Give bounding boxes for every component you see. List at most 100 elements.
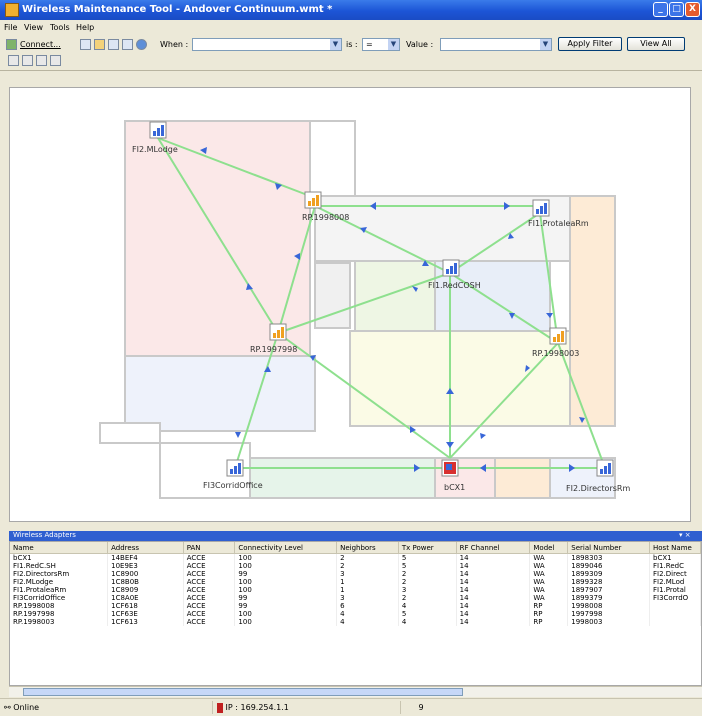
print-icon[interactable] bbox=[122, 39, 133, 50]
layout-icon[interactable] bbox=[8, 55, 19, 66]
node-label: RP.1997998 bbox=[250, 345, 297, 354]
connect-button[interactable]: Connect... bbox=[20, 40, 61, 49]
table-cell: 14 bbox=[456, 570, 531, 578]
connect-icon bbox=[6, 39, 17, 50]
table-cell bbox=[649, 610, 701, 618]
table-row[interactable]: FI1.ProtaleaRm 1C8909 ACCE 100 1 3 14 WA 1897907… bbox=[10, 586, 701, 594]
table-cell: 100 bbox=[234, 553, 338, 562]
table-cell bbox=[649, 618, 701, 626]
table-cell: 14 bbox=[456, 562, 531, 570]
maximize-button[interactable]: □ bbox=[669, 2, 684, 17]
list-icon[interactable] bbox=[36, 55, 47, 66]
new-icon[interactable] bbox=[80, 39, 91, 50]
table-row[interactable]: FI3CorridOffice 1C8A0E ACCE 99 3 2 14 WA 1899379… bbox=[10, 594, 701, 602]
value-label: Value : bbox=[406, 40, 434, 49]
table-row[interactable]: RP.1998008 1CF618 ACCE 99 6 4 14 RP 1998008 bbox=[10, 602, 701, 610]
table-cell: 1998008 bbox=[567, 602, 650, 610]
node-label: FI1.ProtaleaRm bbox=[528, 219, 589, 228]
col-name[interactable]: Name bbox=[10, 542, 109, 554]
col-rf-channel[interactable]: RF Channel bbox=[456, 542, 531, 554]
chevron-down-icon: ▼ bbox=[540, 39, 551, 50]
menu-help[interactable]: Help bbox=[76, 23, 94, 32]
table-cell: 100 bbox=[234, 586, 338, 594]
status-ip: IP : 169.254.1.1 bbox=[212, 701, 309, 714]
apply-filter-button[interactable]: Apply Filter bbox=[558, 37, 622, 51]
table-cell: 100 bbox=[234, 610, 338, 618]
table-cell bbox=[649, 602, 701, 610]
table-row[interactable]: FI2.DirectorsRm 1C8900 ACCE 99 3 2 14 WA 1899309… bbox=[10, 570, 701, 578]
col-connectivity[interactable]: Connectivity Level bbox=[234, 542, 338, 554]
table-row[interactable]: bCX1 14BEF4 ACCE 100 2 5 14 WA 1898303 bCX1 bbox=[10, 553, 701, 562]
table-cell: 1899309 bbox=[567, 570, 650, 578]
table-cell: 1898303 bbox=[567, 553, 650, 562]
operator-value: = bbox=[366, 40, 373, 49]
table-cell: 1899379 bbox=[567, 594, 650, 602]
table-cell: 1899328 bbox=[567, 578, 650, 586]
close-button[interactable]: X bbox=[685, 2, 700, 17]
open-folder-icon[interactable] bbox=[94, 39, 105, 50]
node-label: FI2.MLodge bbox=[132, 145, 178, 154]
table-cell: 100 bbox=[234, 578, 338, 586]
table-cell: ACCE bbox=[183, 594, 236, 602]
table-cell: WA bbox=[529, 594, 569, 602]
table-cell: FI3CorrdO bbox=[649, 594, 701, 602]
table-cell: RP.1998003 bbox=[10, 618, 109, 626]
panel-pin-icon[interactable]: ▾ × bbox=[679, 531, 691, 539]
table-cell: FI2.MLodge bbox=[10, 578, 109, 586]
chevron-down-icon: ▼ bbox=[330, 39, 341, 50]
grid-icon[interactable] bbox=[22, 55, 33, 66]
table-cell: RP.1998008 bbox=[10, 602, 109, 610]
table-row[interactable]: FI2.MLodge 1C8B0B ACCE 100 1 2 14 WA 1899328 FI2.… bbox=[10, 578, 701, 586]
table-cell: 2 bbox=[398, 570, 457, 578]
table-row[interactable]: RP.1998003 1CF613 ACCE 100 4 4 14 RP 1998003 bbox=[10, 618, 701, 626]
operator-combo[interactable]: = ▼ bbox=[362, 38, 400, 51]
menu-file[interactable]: File bbox=[4, 23, 17, 32]
status-state: ⚯ Online bbox=[4, 703, 40, 712]
status-count: 9 bbox=[400, 701, 441, 714]
table-cell: 1C8B0B bbox=[107, 578, 184, 586]
table-cell: 99 bbox=[234, 594, 338, 602]
horizontal-scrollbar[interactable] bbox=[9, 686, 702, 697]
node-label: RP.1998008 bbox=[302, 213, 349, 222]
table-cell: FI1.Protal bbox=[649, 586, 701, 594]
col-model[interactable]: Model bbox=[529, 542, 569, 554]
network-map: FI2.MLodge RP.1998008 FI1.ProtaleaRm FI1… bbox=[99, 120, 630, 499]
table-row[interactable]: FI1.RedC.SH 10E9E3 ACCE 100 2 5 14 WA 1899046 FI1… bbox=[10, 562, 701, 570]
table-cell: 14 bbox=[456, 602, 531, 610]
table-cell: 5 bbox=[398, 610, 457, 618]
details-icon[interactable] bbox=[50, 55, 61, 66]
menu-tools[interactable]: Tools bbox=[50, 23, 70, 32]
save-icon[interactable] bbox=[108, 39, 119, 50]
when-combo[interactable]: ▼ bbox=[192, 38, 342, 51]
table-cell: 14 bbox=[456, 618, 531, 626]
node-label: RP.1998003 bbox=[532, 349, 579, 358]
node-label: FI2.DirectorsRm bbox=[566, 484, 630, 493]
view-all-button[interactable]: View All bbox=[627, 37, 685, 51]
col-neighbors[interactable]: Neighbors bbox=[336, 542, 399, 554]
table-cell: 1C8A0E bbox=[107, 594, 184, 602]
floorplan-canvas[interactable]: FI2.MLodge RP.1998008 FI1.ProtaleaRm FI1… bbox=[9, 87, 691, 522]
table-row[interactable]: RP.1997998 1CF63E ACCE 100 4 5 14 RP 1997998 bbox=[10, 610, 701, 618]
table-cell: 2 bbox=[336, 553, 399, 562]
table-cell: FI1.RedC.SH bbox=[10, 562, 109, 570]
col-address[interactable]: Address bbox=[107, 542, 184, 554]
table-cell: 14 bbox=[456, 586, 531, 594]
col-pan[interactable]: PAN bbox=[183, 542, 236, 554]
value-combo[interactable]: ▼ bbox=[440, 38, 552, 51]
table-cell: FI1.ProtaleaRm bbox=[10, 586, 109, 594]
col-tx-power[interactable]: Tx Power bbox=[398, 542, 457, 554]
table-cell: RP.1997998 bbox=[10, 610, 109, 618]
globe-icon[interactable] bbox=[136, 39, 147, 50]
scroll-thumb[interactable] bbox=[23, 688, 463, 696]
table-cell: WA bbox=[529, 586, 569, 594]
table-cell: RP bbox=[529, 610, 569, 618]
col-host[interactable]: Host Name bbox=[649, 542, 701, 554]
col-serial[interactable]: Serial Number bbox=[567, 542, 650, 554]
table-cell: 14 bbox=[456, 594, 531, 602]
table-cell: 4 bbox=[398, 602, 457, 610]
table-cell: 1CF613 bbox=[107, 618, 184, 626]
menu-view[interactable]: View bbox=[24, 23, 43, 32]
minimize-button[interactable]: _ bbox=[653, 2, 668, 17]
table-cell: 1997998 bbox=[567, 610, 650, 618]
table-cell: 10E9E3 bbox=[107, 562, 184, 570]
